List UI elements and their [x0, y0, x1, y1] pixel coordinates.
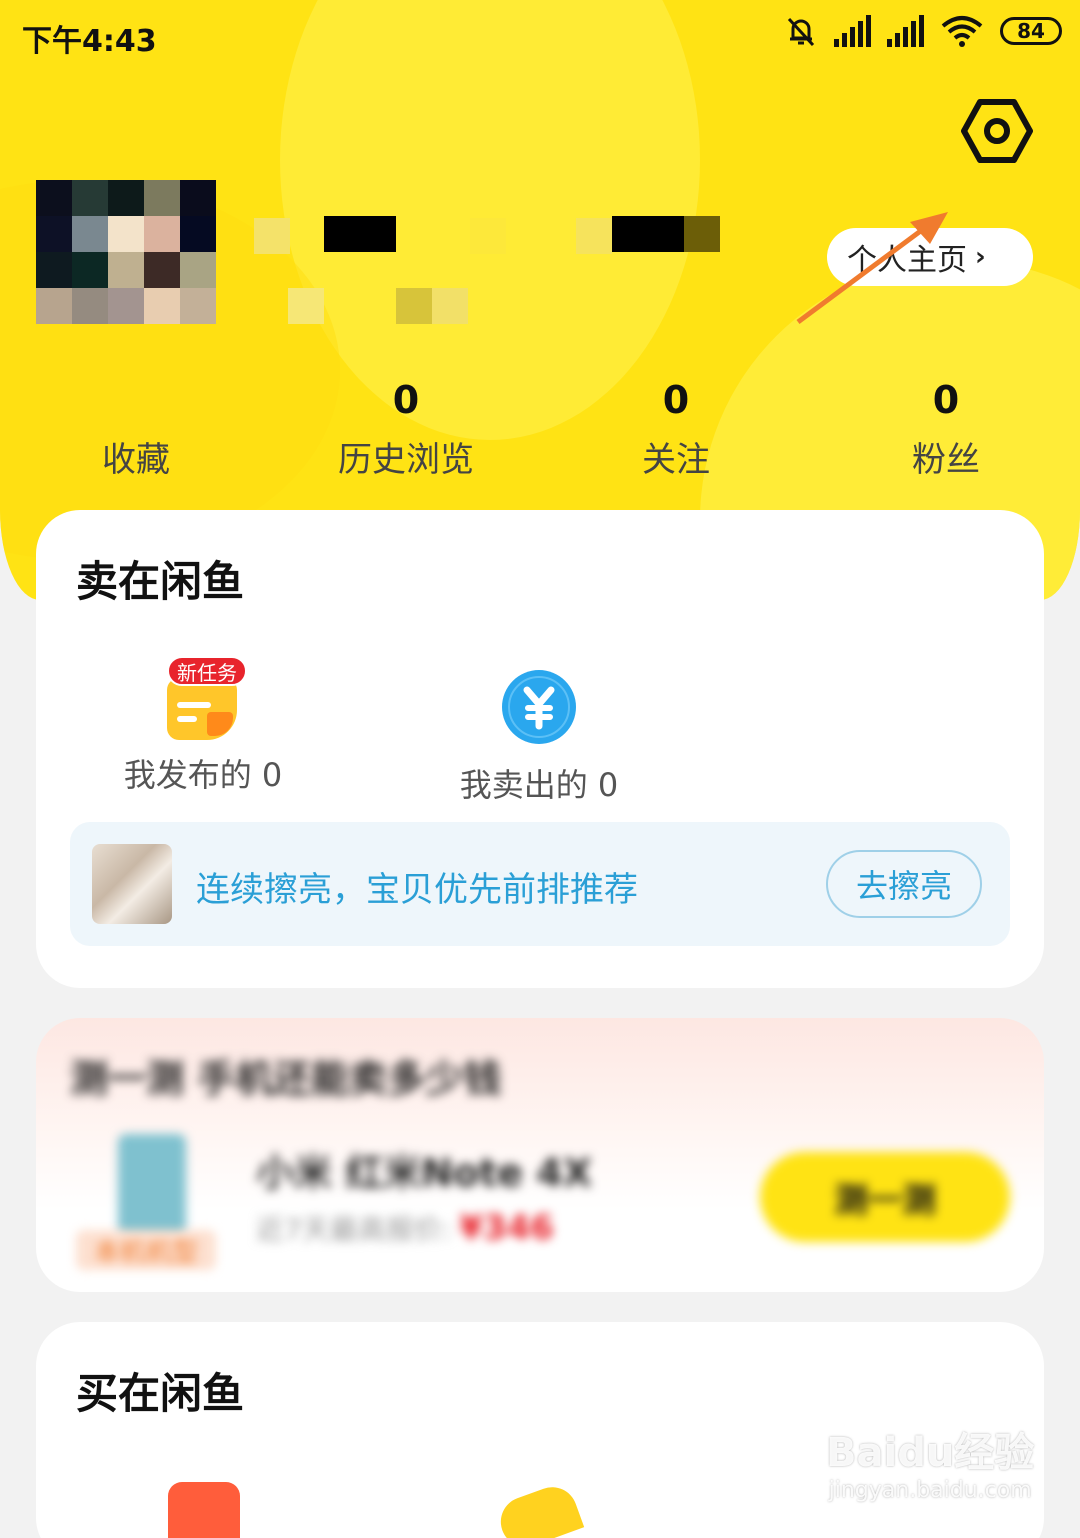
- stat-label: 历史浏览: [338, 440, 474, 480]
- avatar[interactable]: [36, 180, 216, 324]
- promo-text: 连续擦亮，宝贝优先前排推荐: [196, 870, 638, 910]
- tag-icon[interactable]: [493, 1480, 585, 1538]
- watermark-url: jingyan.baidu.com: [828, 1478, 1032, 1503]
- wifi-icon: [941, 16, 983, 47]
- battery-icon: 84: [1000, 17, 1062, 45]
- product-name: 小米 红米Note 4X: [256, 1151, 593, 1195]
- stat-value: 0: [662, 378, 690, 422]
- polish-button[interactable]: 去擦亮: [826, 850, 982, 918]
- price-label: 近7天最高报价:: [256, 1213, 452, 1246]
- new-task-badge: 新任务: [167, 656, 247, 686]
- yen-coin-icon: [502, 670, 576, 744]
- watermark-brand: Baidu经验: [826, 1430, 1035, 1476]
- stat-history[interactable]: 0 历史浏览: [296, 378, 516, 481]
- estimate-title: 测一测 手机还能卖多少钱: [70, 1057, 502, 1101]
- product-thumbnail: [92, 844, 172, 924]
- bag-icon[interactable]: [168, 1482, 240, 1538]
- stat-label: 粉丝: [912, 440, 980, 480]
- published-icon: 新任务: [163, 656, 247, 740]
- estimate-button[interactable]: 测一测: [760, 1152, 1010, 1242]
- my-published-shortcut[interactable]: 新任务 我发布的 0: [100, 656, 306, 796]
- bell-muted-icon: [787, 17, 815, 47]
- watermark: Baidu经验 jingyan.baidu.com: [826, 1420, 1034, 1503]
- my-sold-shortcut[interactable]: 我卖出的 0: [436, 668, 642, 806]
- settings-button[interactable]: [960, 96, 1034, 166]
- annotation-arrow-icon: [796, 212, 948, 325]
- price-value: ¥346: [459, 1208, 554, 1248]
- stat-favorites[interactable]: 收藏: [26, 378, 246, 481]
- hexagon-gear-icon: [961, 99, 1033, 163]
- section-title: 卖在闲鱼: [76, 557, 245, 606]
- section-title: 买在闲鱼: [76, 1369, 245, 1418]
- stat-fans[interactable]: 0 粉丝: [836, 378, 1056, 481]
- stat-value: 0: [392, 378, 420, 422]
- status-time: 下午4:43: [22, 24, 157, 59]
- signal-icon: [887, 15, 924, 47]
- stats-row: 收藏 0 历史浏览 0 关注 0 粉丝: [0, 378, 1080, 488]
- stat-following[interactable]: 0 关注: [566, 378, 786, 481]
- stat-label: 关注: [642, 440, 710, 480]
- shortcut-label: 我卖出的 0: [459, 766, 619, 804]
- stat-value: 0: [932, 378, 960, 422]
- stat-value: [26, 378, 246, 426]
- status-icons: 84: [784, 14, 1062, 48]
- polish-promo-banner[interactable]: 连续擦亮，宝贝优先前排推荐 去擦亮: [70, 822, 1010, 946]
- phone-estimate-card[interactable]: 测一测 手机还能卖多少钱 本机机型 小米 红米Note 4X 近7天最高报价: …: [36, 1018, 1044, 1292]
- status-bar: 下午4:43 84: [0, 0, 1080, 76]
- stat-label: 收藏: [102, 440, 170, 480]
- shortcut-label: 我发布的 0: [123, 756, 283, 794]
- phone-image: [118, 1134, 186, 1238]
- sell-card: 卖在闲鱼 新任务 我发布的 0 我卖出的 0 连续擦亮，宝贝优先前排推荐 去擦亮: [36, 510, 1044, 988]
- device-tag: 本机机型: [76, 1230, 216, 1270]
- price-line: 近7天最高报价: ¥346: [256, 1208, 554, 1248]
- signal-icon: [834, 15, 871, 47]
- chevron-right-icon: ›: [975, 242, 986, 272]
